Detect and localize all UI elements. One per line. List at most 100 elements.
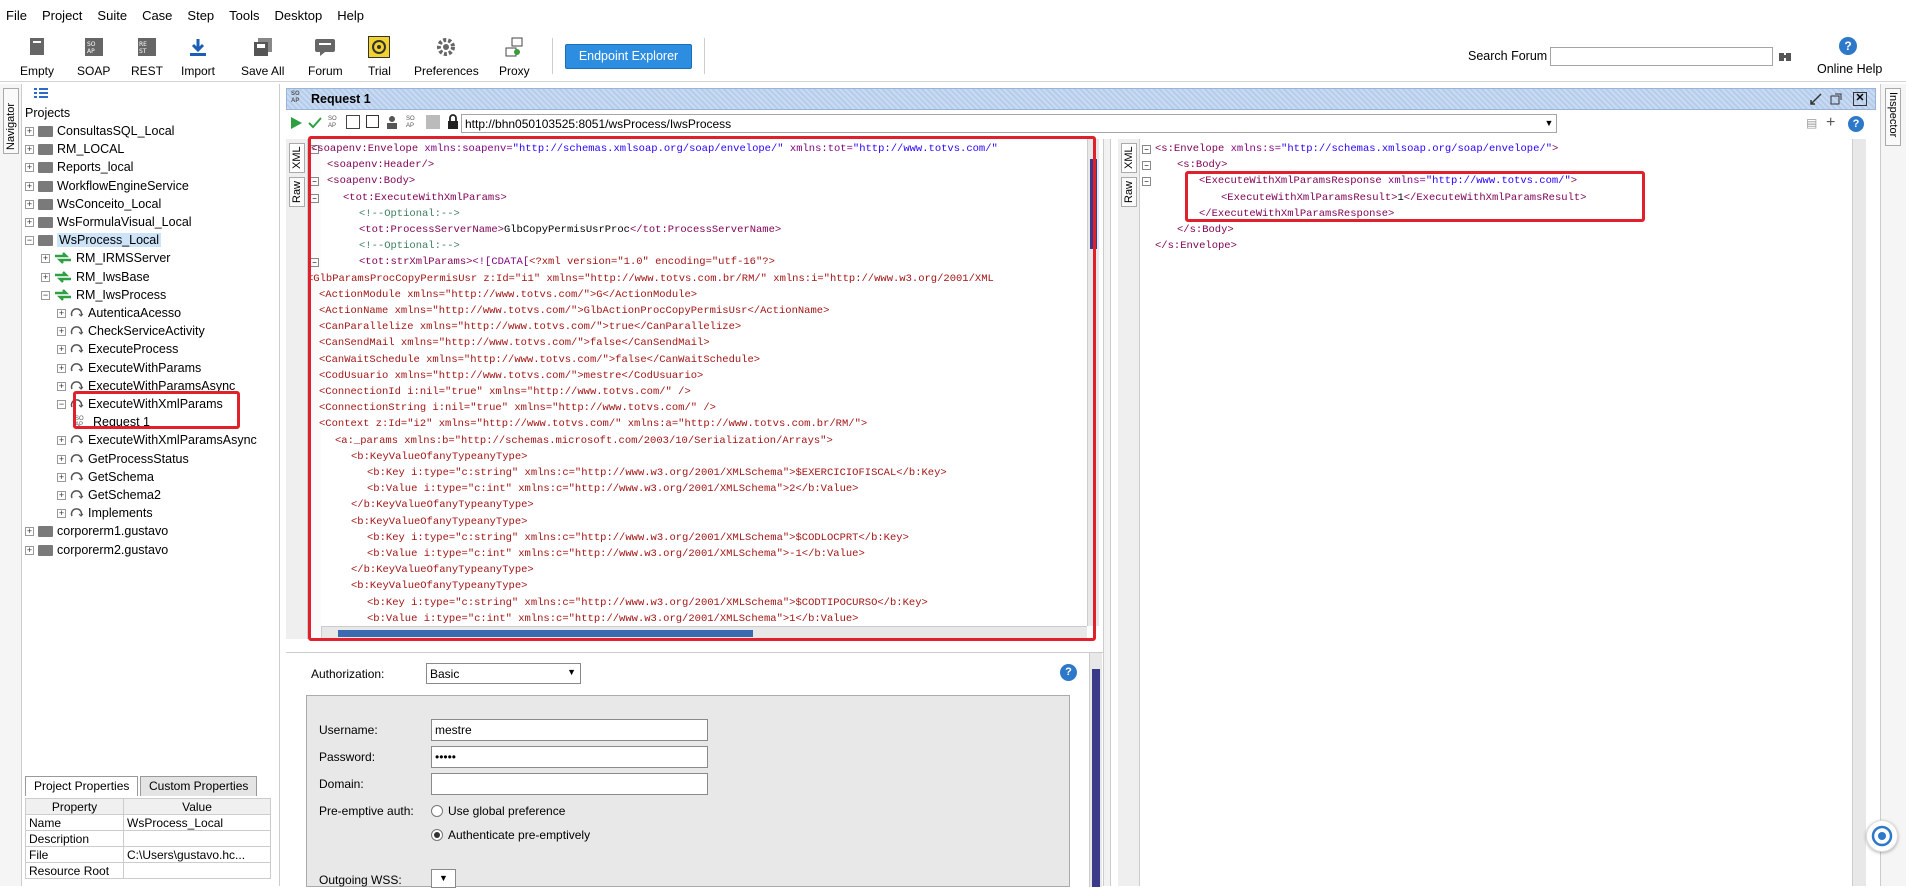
request-xml-tab[interactable]: XML (289, 143, 305, 173)
online-help-label[interactable]: Online Help (1817, 62, 1882, 76)
tree-project[interactable]: + WorkflowEngineService (25, 177, 189, 195)
menu-tools[interactable]: Tools (229, 8, 259, 23)
search-forum-input[interactable] (1550, 47, 1773, 66)
preferences-button[interactable]: Preferences (414, 36, 479, 78)
use-global-preference-radio[interactable]: Use global preference (431, 804, 565, 818)
expand-toggle-icon[interactable]: + (25, 526, 34, 536)
tree-operation[interactable]: + ExecuteWithParams (57, 359, 201, 377)
expand-toggle-icon[interactable]: + (57, 363, 66, 373)
save-all-button[interactable]: Save All (241, 36, 284, 78)
domain-field[interactable] (431, 773, 708, 795)
expand-toggle-icon[interactable]: + (57, 508, 66, 518)
expand-toggle-icon[interactable]: + (57, 344, 66, 354)
add-icon[interactable]: + (1826, 114, 1835, 132)
response-xml-tab[interactable]: XML (1121, 143, 1137, 173)
tree-project[interactable]: + corporerm2.gustavo (25, 541, 168, 559)
response-vertical-scrollbar[interactable] (1852, 139, 1866, 886)
tree-project[interactable]: + WsConceito_Local (25, 195, 161, 213)
minimize-icon[interactable] (1809, 92, 1823, 106)
authorization-select[interactable]: Basic ▼ (426, 663, 581, 684)
add-assertion-icon[interactable] (308, 116, 324, 133)
expand-toggle-icon[interactable]: − (41, 290, 50, 300)
menu-help[interactable]: Help (337, 8, 364, 23)
tree-operation[interactable]: + GetProcessStatus (57, 450, 189, 468)
response-raw-tab[interactable]: Raw (1121, 177, 1137, 207)
tree-operation[interactable]: + GetSchema (57, 468, 154, 486)
tab-custom-properties[interactable]: Custom Properties (140, 776, 258, 796)
tree-operation[interactable]: + GetSchema2 (57, 486, 161, 504)
empty-button[interactable]: Empty (20, 36, 54, 78)
tree-operation[interactable]: + Implements (57, 504, 153, 522)
expand-toggle-icon[interactable]: + (57, 490, 66, 500)
expand-toggle-icon[interactable]: + (25, 181, 34, 191)
table-icon[interactable]: ▤ (1806, 116, 1820, 130)
table-row[interactable]: File C:\Users\gustavo.hc... (25, 846, 271, 863)
menu-project[interactable]: Project (42, 8, 82, 23)
password-field[interactable]: ••••• (431, 746, 708, 768)
tree-operation[interactable]: + ExecuteProcess (57, 340, 178, 358)
expand-toggle-icon[interactable]: + (57, 454, 66, 464)
expand-toggle-icon[interactable]: + (57, 472, 66, 482)
help-icon[interactable]: ? (1839, 37, 1857, 55)
close-icon[interactable]: ✕ (1853, 92, 1867, 106)
table-row[interactable]: Description (25, 830, 271, 847)
menu-desktop[interactable]: Desktop (275, 8, 323, 23)
tree-project[interactable]: + ConsultasSQL_Local (25, 122, 174, 140)
import-button[interactable]: Import (181, 36, 215, 78)
tree-project[interactable]: + WsFormulaVisual_Local (25, 213, 192, 231)
run-icon[interactable] (289, 116, 303, 133)
maximize-icon[interactable] (1829, 92, 1843, 106)
expand-toggle-icon[interactable]: + (41, 272, 50, 282)
chevron-down-icon[interactable]: ▼ (1542, 115, 1556, 132)
soap-format-icon[interactable]: SO AP (328, 116, 337, 130)
username-field[interactable]: mestre (431, 719, 708, 741)
stop-icon[interactable] (366, 115, 379, 128)
proxy-button[interactable]: Proxy (499, 36, 530, 78)
split-divider[interactable] (1103, 139, 1111, 886)
endpoint-combo[interactable]: http://bhn050103525:8051/wsProcess/IwsPr… (461, 114, 1557, 133)
expand-toggle-icon[interactable]: + (57, 308, 66, 318)
tab-project-properties[interactable]: Project Properties (25, 776, 139, 796)
outgoing-wss-select[interactable]: ▼ (431, 869, 456, 888)
table-row[interactable]: Name WsProcess_Local (25, 814, 271, 831)
expand-toggle-icon[interactable]: + (57, 326, 66, 336)
menu-step[interactable]: Step (187, 8, 214, 23)
expand-toggle-icon[interactable]: + (25, 144, 34, 154)
tree-interface[interactable]: + RM_IwsBase (41, 268, 150, 286)
soap-clone-icon[interactable]: SO AP (406, 116, 415, 130)
menu-file[interactable]: File (6, 8, 27, 23)
expand-toggle-icon[interactable]: + (25, 545, 34, 555)
expand-toggle-icon[interactable]: + (25, 199, 34, 209)
help-icon[interactable]: ? (1060, 664, 1077, 681)
table-row[interactable]: Resource Root (25, 862, 271, 879)
trial-button[interactable]: Trial (368, 36, 391, 78)
tree-operation[interactable]: + ExecuteWithXmlParamsAsync (57, 431, 257, 449)
tree-interface[interactable]: + RM_IRMSServer (41, 249, 170, 267)
chat-support-icon[interactable] (1866, 820, 1898, 852)
authenticate-preemptively-radio[interactable]: Authenticate pre-emptively (431, 828, 590, 842)
create-view-icon[interactable] (346, 115, 360, 129)
user-icon[interactable] (385, 115, 399, 132)
menu-suite[interactable]: Suite (97, 8, 127, 23)
expand-toggle-icon[interactable]: − (25, 235, 34, 245)
cancel-icon[interactable] (426, 115, 440, 129)
tree-project[interactable]: + corporerm1.gustavo (25, 522, 168, 540)
expand-toggle-icon[interactable]: + (41, 253, 50, 263)
navigator-tab[interactable]: Navigator (3, 88, 19, 154)
tree-project[interactable]: + Reports_local (25, 158, 133, 176)
endpoint-explorer-button[interactable]: Endpoint Explorer (565, 44, 692, 69)
forum-button[interactable]: Forum (308, 36, 343, 78)
tree-operation[interactable]: + AutenticaAcesso (57, 304, 181, 322)
tree-project[interactable]: + RM_LOCAL (25, 140, 124, 158)
search-binoculars-icon[interactable] (1778, 49, 1792, 63)
tree-project[interactable]: − WsProcess_Local (25, 231, 162, 249)
auth-vertical-scrollbar[interactable] (1089, 653, 1102, 887)
help-icon[interactable]: ? (1848, 116, 1864, 132)
expand-toggle-icon[interactable]: + (25, 217, 34, 227)
request-raw-tab[interactable]: Raw (289, 177, 305, 207)
expand-toggle-icon[interactable]: + (25, 126, 34, 136)
expand-toggle-icon[interactable]: + (57, 381, 66, 391)
projects-root[interactable]: Projects (25, 104, 70, 122)
menu-case[interactable]: Case (142, 8, 172, 23)
soap-button[interactable]: SO AP SOAP (77, 36, 110, 78)
